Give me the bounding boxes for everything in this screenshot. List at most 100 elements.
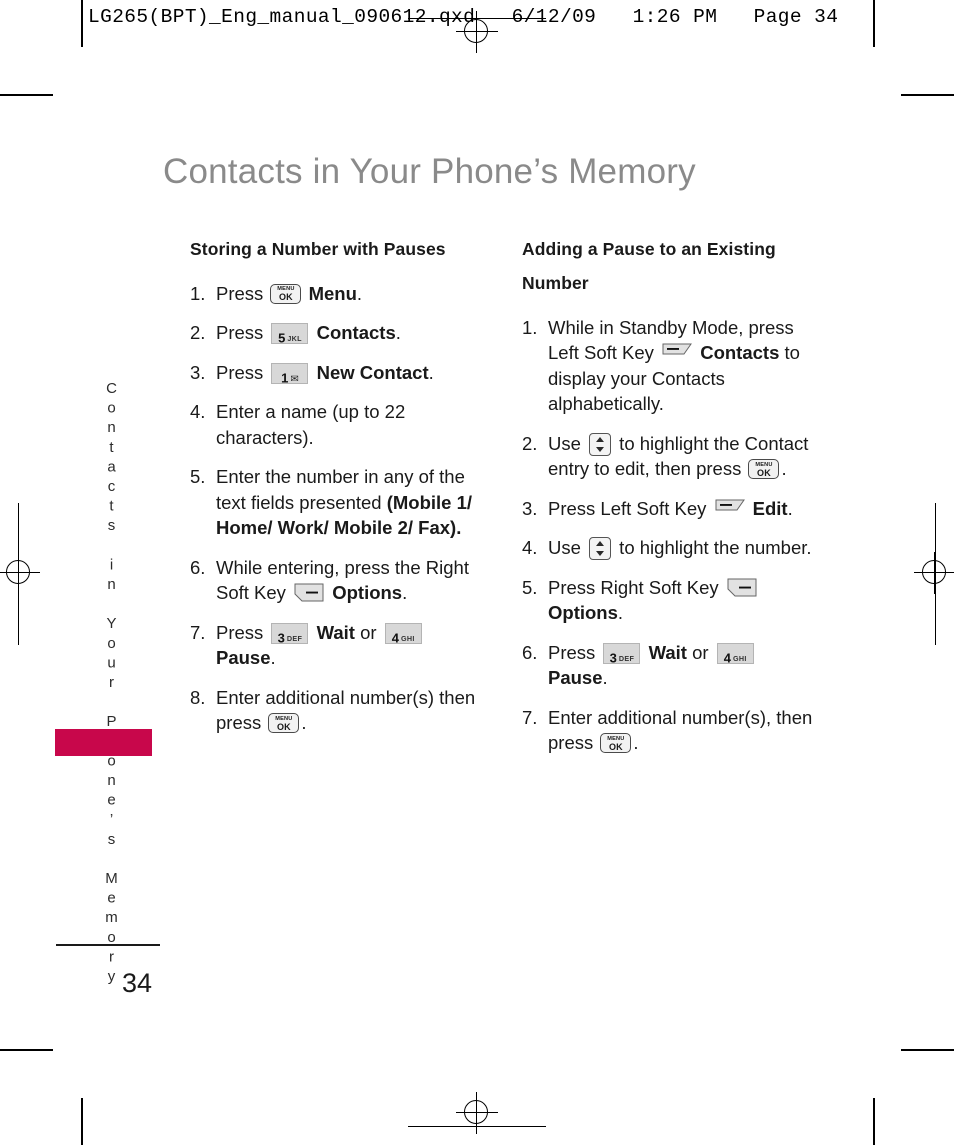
keypad-key-digit: 4 [723, 650, 731, 666]
step-emphasis: Edit [752, 497, 788, 519]
keypad-key-1-icon: 1 ✉ [271, 362, 309, 385]
keypad-key-4-icon: 4 GHI [716, 642, 754, 666]
step-text: Press [216, 621, 269, 643]
menu-ok-key-icon: MENU OK [270, 283, 302, 304]
keypad-key-letters: GHI [732, 653, 747, 663]
navigation-up-down-key-icon [589, 432, 612, 456]
keypad-key-letters: DEF [286, 633, 303, 643]
step-text: Press [216, 322, 269, 344]
step-number: 2. [190, 322, 206, 344]
keypad-key-3-icon: 3 DEF [603, 642, 641, 666]
trim-line-right-bottom [873, 1098, 875, 1145]
keypad-key-5-icon: 5 JKL [271, 323, 309, 346]
step-text: Use [548, 432, 587, 454]
step-text-tail: . [617, 602, 624, 624]
list-item: 5. Press Right Soft Key Options. [522, 575, 822, 626]
trim-line-right-top [873, 0, 875, 47]
footer-rule [56, 944, 160, 946]
arrow-up-icon [596, 436, 605, 442]
arrow-down-icon [596, 446, 605, 452]
step-text-tail: . [428, 361, 434, 383]
trim-line-left-top [81, 0, 83, 47]
menu-ok-key-icon: MENU OK [600, 733, 632, 754]
step-text-tail: . [781, 458, 787, 480]
menu-ok-key-icon: MENU OK [748, 459, 780, 480]
print-header: LG265(BPT)_Eng_manual_090612.qxd 6/12/09… [88, 6, 839, 28]
navigation-up-down-key-icon [589, 537, 612, 561]
step-text-tail: . [356, 282, 363, 304]
list-item: 5. Enter the number in any of the text fi… [190, 464, 490, 541]
left-soft-key-icon [662, 343, 693, 355]
list-item: 4. Use to highlight the number. [522, 535, 822, 561]
keypad-key-digit: 3 [277, 630, 285, 646]
step-number: 7. [190, 621, 206, 643]
menu-ok-key-line2: OK [757, 467, 771, 478]
envelope-icon: ✉ [290, 373, 299, 385]
step-text-tail: . [402, 582, 408, 604]
step-text-tail: . [602, 667, 608, 689]
step-text-tail: . [270, 647, 276, 669]
list-item: 3. Press Left Soft Key Edit. [522, 496, 822, 522]
step-number: 7. [522, 706, 538, 728]
step-emphasis: Wait [648, 641, 687, 663]
keypad-key-3-icon: 3 DEF [271, 622, 309, 646]
trim-line-top-left [0, 94, 53, 96]
menu-ok-key-icon: MENU OK [268, 713, 300, 734]
section-heading-adding: Adding a Pause to an Existing Number [522, 239, 776, 293]
list-item: 1. While in Standby Mode, press Left Soft… [522, 315, 822, 417]
step-emphasis: Menu [308, 282, 357, 304]
step-number: 4. [190, 401, 206, 423]
side-tab-label: Contacts in Your Phone’s Memory [103, 380, 120, 988]
step-number: 6. [190, 556, 206, 578]
step-emphasis: Options [548, 602, 618, 624]
list-item: 7. Press 3 DEF Wait or 4 GHI Pause. [190, 620, 490, 671]
list-item: 1. Press MENU OK Menu. [190, 281, 490, 307]
keypad-key-digit: 3 [609, 650, 617, 666]
step-list-adding: 1. While in Standby Mode, press Left Soft… [522, 315, 822, 756]
step-text-tail: . [787, 497, 793, 519]
step-emphasis: Wait [316, 621, 355, 643]
column-right: Adding a Pause to an Existing Number 1. W… [522, 233, 822, 770]
step-text: Press Left Soft Key [548, 497, 712, 519]
step-text: Enter additional number(s) then press [216, 686, 476, 734]
step-text-mid: or [354, 621, 382, 643]
step-number: 6. [522, 641, 538, 663]
step-text: Use [548, 537, 587, 559]
step-number: 5. [190, 466, 206, 488]
arrow-up-icon [596, 541, 605, 547]
registration-mark-right [914, 552, 954, 594]
step-number: 4. [522, 537, 538, 559]
trim-line-left-bottom [81, 1098, 83, 1145]
trim-line-bottom-right [901, 1049, 954, 1051]
left-soft-key-icon [715, 499, 745, 511]
list-item: 8. Enter additional number(s) then press … [190, 685, 490, 736]
keypad-key-4-icon: 4 GHI [384, 622, 422, 646]
menu-ok-key-line2: OK [278, 292, 293, 303]
keypad-key-digit: 5 [278, 330, 286, 346]
list-item: 6. Press 3 DEF Wait or 4 GHI Pause. [522, 640, 822, 691]
list-item: 2. Use to highlight the Contact entry to … [522, 431, 822, 482]
step-number: 3. [522, 497, 538, 519]
step-number: 5. [522, 576, 538, 598]
step-text: Enter a name (up to 22 characters). [216, 401, 406, 448]
step-number: 1. [190, 282, 206, 304]
step-number: 2. [522, 432, 538, 454]
menu-ok-key-line2: OK [608, 741, 623, 752]
section-heading-storing: Storing a Number with Pauses [190, 239, 446, 259]
keypad-key-letters: JKL [287, 334, 302, 344]
list-item: 7. Enter additional number(s), then press… [522, 705, 822, 756]
step-number: 3. [190, 361, 206, 383]
page-number: 34 [122, 968, 153, 998]
keypad-key-digit: 4 [391, 630, 399, 646]
keypad-key-letters: GHI [400, 633, 415, 643]
list-item: 2. Press 5 JKL Contacts. [190, 320, 490, 346]
list-item: 6. While entering, press the Right Soft K… [190, 555, 490, 606]
step-text: Press [216, 282, 269, 304]
right-soft-key-icon [294, 583, 324, 602]
step-text: Press [548, 641, 601, 663]
step-text-tail: . [633, 732, 639, 754]
step-text-mid: or [686, 641, 714, 663]
side-tab-block [55, 729, 152, 756]
registration-mark-left [0, 552, 40, 594]
step-text: Enter additional number(s), then press [548, 706, 813, 754]
